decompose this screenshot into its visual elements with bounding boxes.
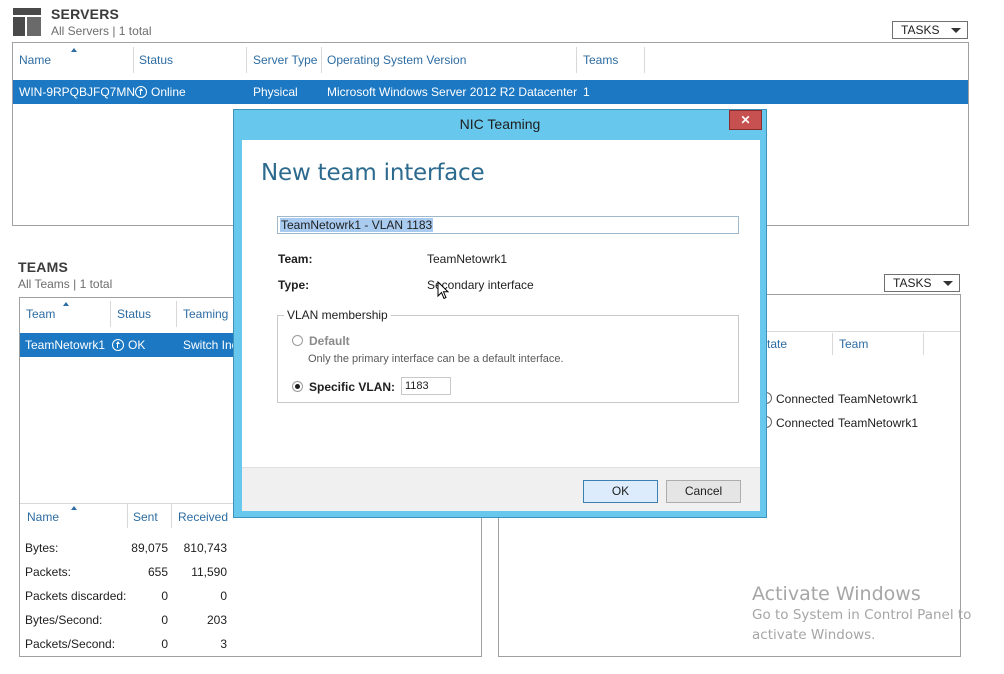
teams-col-status[interactable]: Status bbox=[117, 307, 151, 321]
table-row[interactable]: TeamNetowrk1 OK Switch Ind bbox=[20, 333, 239, 357]
interface-name-value: TeamNetowrk1 - VLAN 1183 bbox=[280, 218, 434, 232]
stats-label-bytes-per-second: Bytes/Second: bbox=[25, 613, 103, 627]
vlan-membership-group: VLAN membership Default Only the primary… bbox=[277, 308, 739, 403]
dialog-title: NIC Teaming bbox=[459, 116, 541, 132]
server-name-cell: WIN-9RPQBJFQ7MN bbox=[19, 85, 136, 99]
specific-vlan-radio[interactable] bbox=[292, 381, 303, 392]
cancel-button[interactable]: Cancel bbox=[666, 480, 741, 503]
close-button[interactable]: ✕ bbox=[729, 110, 762, 130]
adapters-col-state[interactable]: tate bbox=[767, 337, 787, 351]
adapters-col-team[interactable]: Team bbox=[839, 337, 868, 351]
dialog-heading: New team interface bbox=[261, 160, 485, 186]
table-row[interactable]: WIN-9RPQBJFQ7MN Online Physical Microsof… bbox=[13, 80, 968, 104]
dialog-client: New team interface TeamNetowrk1 - VLAN 1… bbox=[242, 140, 760, 511]
vlan-group-label: VLAN membership bbox=[284, 308, 391, 322]
team-status-cell: OK bbox=[112, 338, 145, 352]
stats-sent-discarded: 0 bbox=[161, 589, 168, 603]
stats-received-packets-per-second: 3 bbox=[220, 637, 227, 651]
close-icon: ✕ bbox=[740, 113, 751, 127]
servers-tasks-button[interactable]: TASKS bbox=[892, 21, 968, 39]
list-item[interactable]: Connected TeamNetowrk1 bbox=[763, 391, 953, 407]
stats-label-bytes: Bytes: bbox=[25, 541, 59, 555]
adapter-state: Connected bbox=[776, 416, 835, 430]
server-type-cell: Physical bbox=[253, 85, 298, 99]
team-value: TeamNetowrk1 bbox=[427, 252, 508, 266]
ok-button[interactable]: OK bbox=[583, 480, 658, 503]
specific-vlan-label: Specific VLAN: bbox=[309, 380, 396, 394]
team-name-cell: TeamNetowrk1 bbox=[25, 338, 106, 352]
adapters-tasks-button[interactable]: TASKS bbox=[884, 274, 960, 292]
adapter-team: TeamNetowrk1 bbox=[838, 392, 919, 406]
list-item[interactable]: Connected TeamNetowrk1 bbox=[763, 415, 953, 431]
servers-tasks-label: TASKS bbox=[901, 23, 940, 37]
cancel-button-label: Cancel bbox=[684, 484, 723, 498]
team-teaming-cell: Switch Ind bbox=[183, 338, 239, 352]
activation-watermark-line2: Go to System in Control Panel to bbox=[752, 607, 972, 623]
stats-label-packets-per-second: Packets/Second: bbox=[25, 637, 116, 651]
stats-col-name[interactable]: Name bbox=[27, 510, 59, 524]
stats-sent-bytes-per-second: 0 bbox=[161, 613, 168, 627]
interface-name-input[interactable]: TeamNetowrk1 - VLAN 1183 bbox=[277, 216, 739, 234]
servers-col-teams[interactable]: Teams bbox=[583, 53, 618, 67]
teams-col-teaming[interactable]: Teaming bbox=[183, 307, 228, 321]
servers-col-server-type[interactable]: Server Type bbox=[253, 53, 317, 67]
sort-ascending-icon bbox=[71, 48, 77, 52]
stats-sent-bytes: 89,075 bbox=[131, 541, 168, 555]
server-status-text: Online bbox=[151, 85, 186, 99]
chevron-down-icon bbox=[951, 28, 961, 33]
activation-watermark-title: Activate Windows bbox=[752, 583, 921, 605]
server-status-cell: Online bbox=[135, 85, 186, 99]
servers-title: SERVERS bbox=[51, 6, 120, 22]
team-status-text: OK bbox=[128, 338, 146, 352]
stats-col-sent[interactable]: Sent bbox=[133, 510, 158, 524]
stats-sent-packets-per-second: 0 bbox=[161, 637, 168, 651]
stats-label-discarded: Packets discarded: bbox=[25, 589, 127, 603]
specific-vlan-value: 1183 bbox=[405, 380, 429, 392]
chevron-down-icon bbox=[943, 281, 953, 286]
ok-status-icon bbox=[112, 339, 124, 351]
servers-col-os-version[interactable]: Operating System Version bbox=[327, 53, 466, 67]
activation-watermark-line3: activate Windows. bbox=[752, 627, 876, 643]
servers-col-status[interactable]: Status bbox=[139, 53, 173, 67]
teams-title: TEAMS bbox=[18, 259, 68, 275]
server-teams-cell: 1 bbox=[583, 85, 590, 99]
team-label: Team: bbox=[278, 252, 313, 266]
teams-subtitle: All Teams | 1 total bbox=[18, 277, 113, 291]
sort-ascending-icon bbox=[63, 302, 69, 306]
servers-icon bbox=[13, 8, 41, 36]
online-status-icon bbox=[135, 86, 147, 98]
stats-received-packets: 11,590 bbox=[191, 565, 227, 579]
stats-received-discarded: 0 bbox=[220, 589, 227, 603]
default-radio[interactable] bbox=[292, 335, 303, 346]
servers-col-name[interactable]: Name bbox=[19, 53, 51, 67]
stats-col-received[interactable]: Received bbox=[178, 510, 228, 524]
stats-sent-packets: 655 bbox=[147, 565, 168, 579]
ok-button-label: OK bbox=[611, 484, 630, 498]
adapters-tasks-label: TASKS bbox=[893, 276, 932, 290]
type-label: Type: bbox=[278, 278, 310, 292]
sort-ascending-icon bbox=[71, 506, 77, 510]
adapter-team: TeamNetowrk1 bbox=[838, 416, 919, 430]
stats-label-packets: Packets: bbox=[25, 565, 72, 579]
dialog-footer: OK Cancel bbox=[242, 467, 760, 511]
stats-received-bytes: 810,743 bbox=[183, 541, 227, 555]
default-label: Default bbox=[309, 334, 350, 348]
servers-subtitle: All Servers | 1 total bbox=[51, 24, 152, 38]
default-note: Only the primary interface can be a defa… bbox=[308, 353, 564, 365]
specific-vlan-input[interactable]: 1183 bbox=[401, 377, 451, 395]
nic-teaming-dialog: NIC Teaming ✕ New team interface TeamNet… bbox=[233, 109, 767, 518]
adapter-state: Connected bbox=[776, 392, 835, 406]
teams-col-team[interactable]: Team bbox=[26, 307, 55, 321]
stats-received-bytes-per-second: 203 bbox=[206, 613, 227, 627]
server-os-cell: Microsoft Windows Server 2012 R2 Datacen… bbox=[327, 85, 578, 99]
mouse-cursor-icon bbox=[437, 280, 451, 301]
